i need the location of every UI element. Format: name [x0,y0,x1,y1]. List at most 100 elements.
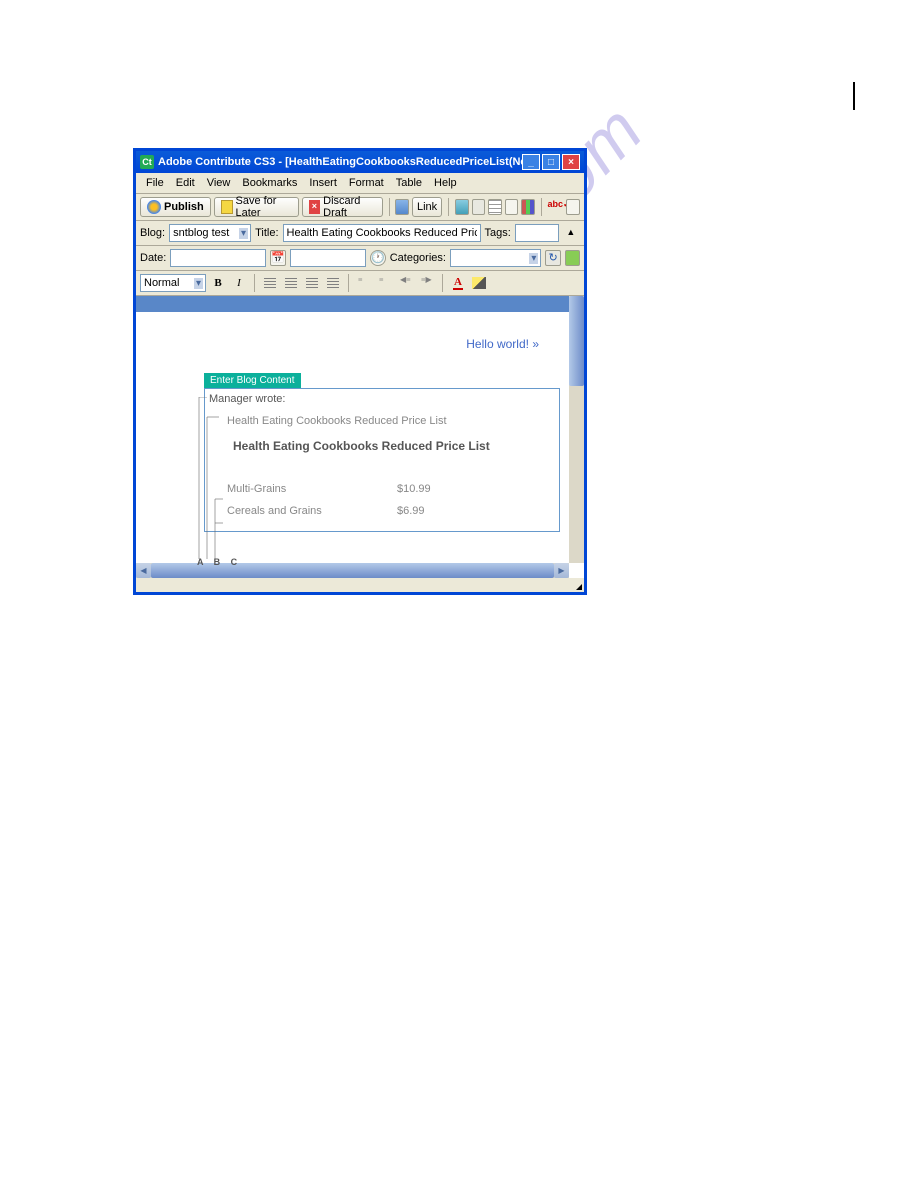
align-right-button[interactable] [303,274,321,292]
style-value: Normal [144,277,179,289]
maximize-button[interactable]: □ [542,154,560,170]
scroll-left-button[interactable]: ◀ [136,563,151,578]
menubar: File Edit View Bookmarks Insert Format T… [136,173,584,194]
date-input[interactable] [170,249,266,267]
align-center-button[interactable] [282,274,300,292]
spellcheck-icon[interactable]: abc✓ [547,199,563,215]
unordered-list-icon: ≡ [358,278,370,288]
hello-arrow-icon: » [532,337,539,351]
publish-label: Publish [164,201,204,213]
page-icon[interactable] [505,199,519,215]
table-row: Cereals and Grains $6.99 [227,505,555,517]
date-label: Date: [140,252,166,264]
format-separator-1 [254,274,255,292]
toolbar-separator [389,198,390,216]
window-controls: _ □ × [522,154,580,170]
menu-bookmarks[interactable]: Bookmarks [236,175,303,191]
statusbar [136,578,584,592]
indent-icon: ≡▶ [421,278,433,288]
print-icon[interactable] [395,199,409,215]
minimize-button[interactable]: _ [522,154,540,170]
align-left-icon [264,278,276,288]
blog-tab-label: Enter Blog Content [204,373,301,388]
tags-input[interactable] [515,224,559,242]
header-strip [136,296,569,312]
hello-world-link[interactable]: Hello world! » [136,312,569,361]
globe-icon [147,200,161,214]
highlight-icon [472,277,486,289]
outdent-icon: ◀≡ [400,278,412,288]
toolbar-separator-2 [448,198,449,216]
date-fieldbar: Date: 📅 🕐 Categories: ↻ [136,246,584,271]
blog-fieldbar: Blog: sntblog test Title: Tags: ▲ [136,221,584,246]
title-label: Title: [255,227,278,239]
menu-edit[interactable]: Edit [170,175,201,191]
title-input[interactable] [283,224,481,242]
hello-text: Hello world! [466,337,529,351]
align-right-icon [306,278,318,288]
save-later-label: Save for Later [236,195,292,219]
save-for-later-button[interactable]: Save for Later [214,197,299,217]
resize-grip-icon[interactable] [576,584,582,590]
style-dropdown[interactable]: Normal [140,274,206,292]
item-price: $10.99 [397,483,431,495]
close-button[interactable]: × [562,154,580,170]
align-center-icon [285,278,297,288]
format-separator-3 [442,274,443,292]
align-justify-button[interactable] [324,274,342,292]
time-input[interactable] [290,249,366,267]
vertical-scrollbar[interactable] [569,296,584,563]
page-cursor-mark [853,82,855,110]
format-separator-2 [348,274,349,292]
blog-frame[interactable]: Manager wrote: Health Eating Cookbooks R… [204,388,560,532]
options-icon[interactable] [565,250,580,266]
unordered-list-button[interactable]: ≡ [355,274,373,292]
item-price: $6.99 [397,505,425,517]
refresh-icon[interactable]: ↻ [545,250,560,266]
blog-content-box: Enter Blog Content Manager wrote: Health… [204,373,560,532]
blog-value: sntblog test [173,227,229,239]
menu-help[interactable]: Help [428,175,463,191]
categories-dropdown[interactable] [450,249,541,267]
image-icon[interactable] [455,199,469,215]
table-icon[interactable] [488,199,502,215]
link-button[interactable]: Link [412,197,442,217]
format-toolbar: Normal B I ≡ ≡ ◀≡ ≡▶ A [136,271,584,296]
callout-labels: A B C [197,557,241,567]
preview-icon[interactable] [566,199,580,215]
align-left-button[interactable] [261,274,279,292]
titlebar[interactable]: Ct Adobe Contribute CS3 - [HealthEatingC… [136,151,584,173]
table-row: Multi-Grains $10.99 [227,483,555,495]
blog-dropdown[interactable]: sntblog test [169,224,251,242]
scroll-thumb[interactable] [569,296,584,386]
ordered-list-icon: ≡ [379,278,391,288]
menu-view[interactable]: View [201,175,237,191]
blog-label: Blog: [140,227,165,239]
italic-button[interactable]: I [230,274,248,292]
scroll-right-button[interactable]: ▶ [554,563,569,578]
ordered-list-button[interactable]: ≡ [376,274,394,292]
bold-button[interactable]: B [209,274,227,292]
menu-file[interactable]: File [140,175,170,191]
save-icon [221,200,233,214]
highlight-button[interactable] [470,274,488,292]
chart-icon[interactable] [521,199,535,215]
clock-icon[interactable]: 🕐 [370,250,386,266]
publish-button[interactable]: Publish [140,197,211,217]
quote-cite: Health Eating Cookbooks Reduced Price Li… [227,415,555,427]
indent-button[interactable]: ≡▶ [418,274,436,292]
tags-label: Tags: [485,227,511,239]
collapse-up-icon[interactable]: ▲ [563,225,579,241]
app-icon: Ct [140,155,154,169]
menu-table[interactable]: Table [390,175,428,191]
app-window: Ct Adobe Contribute CS3 - [HealthEatingC… [133,148,587,595]
menu-insert[interactable]: Insert [303,175,343,191]
text-color-button[interactable]: A [449,274,467,292]
quote-heading: Health Eating Cookbooks Reduced Price Li… [233,439,555,453]
text-color-icon: A [453,276,463,290]
outdent-button[interactable]: ◀≡ [397,274,415,292]
calendar-icon[interactable]: 📅 [270,250,286,266]
discard-draft-button[interactable]: × Discard Draft [302,197,383,217]
attach-icon[interactable] [472,199,486,215]
menu-format[interactable]: Format [343,175,390,191]
